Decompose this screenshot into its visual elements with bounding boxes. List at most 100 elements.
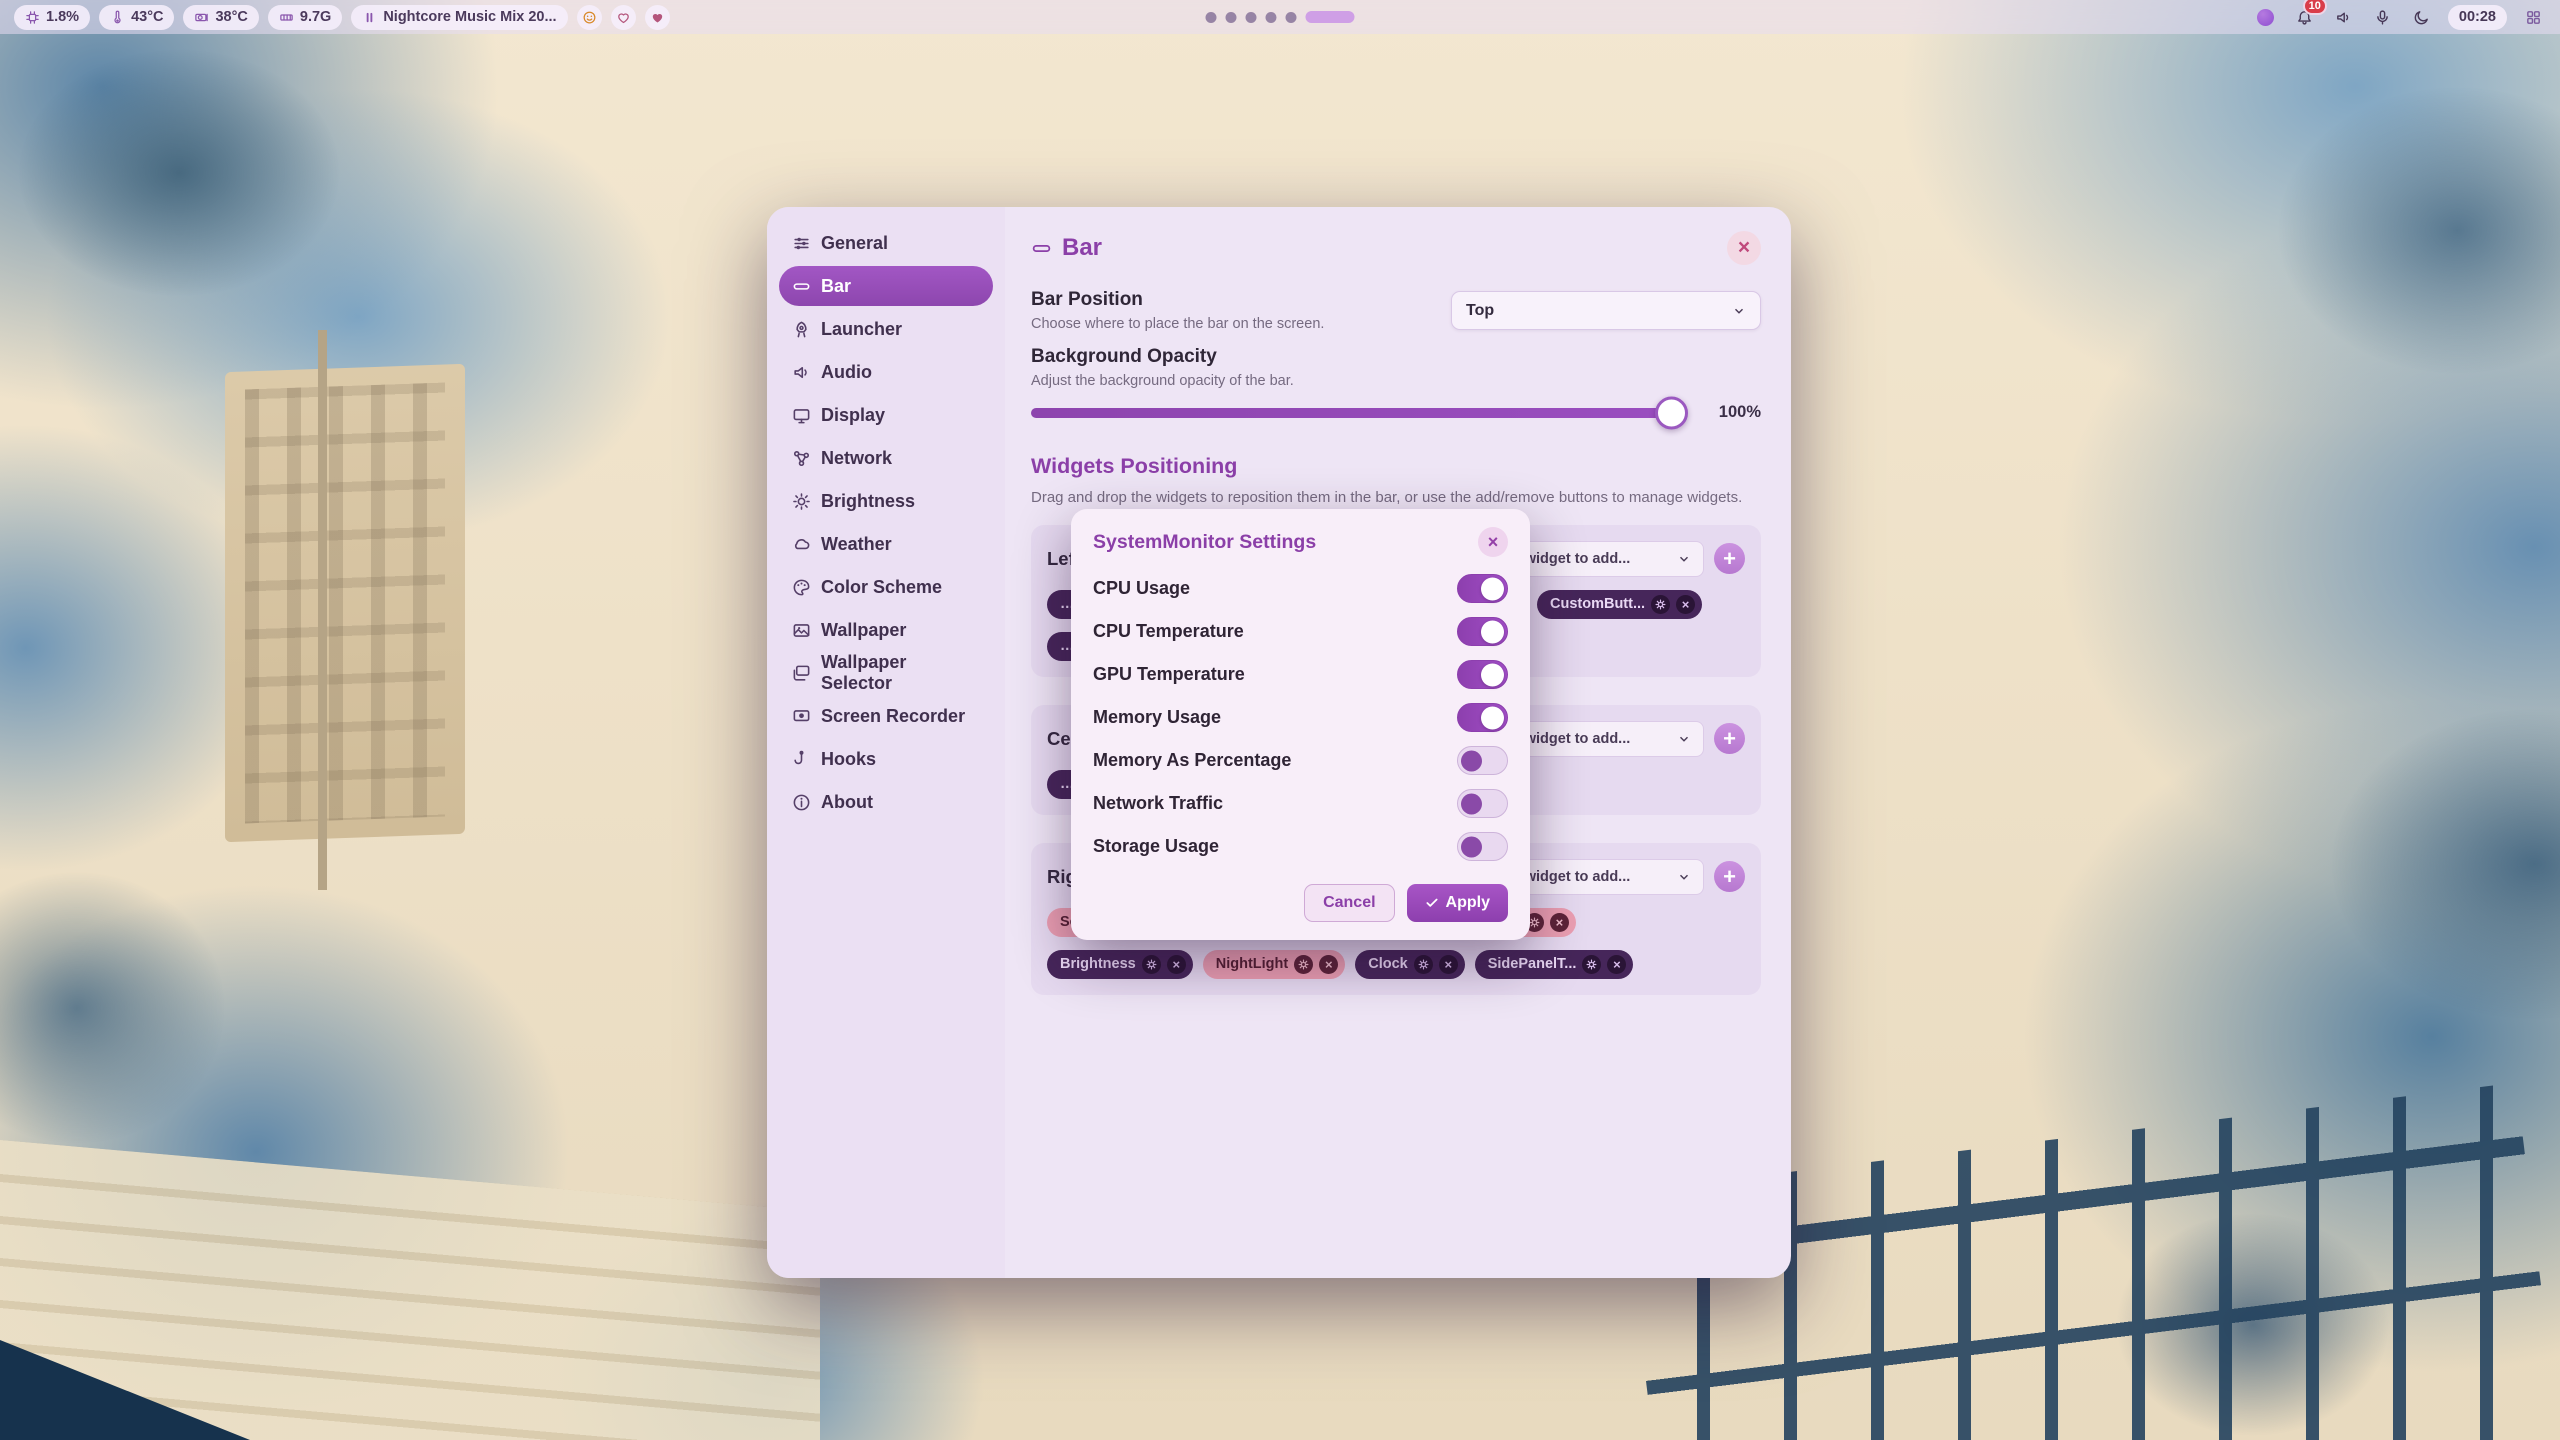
sidebar-item-bar[interactable]: Bar bbox=[779, 266, 993, 306]
toggle-label: Memory As Percentage bbox=[1093, 750, 1291, 771]
widget-remove-icon[interactable]: × bbox=[1607, 955, 1626, 974]
sidebar-label: Network bbox=[821, 448, 892, 469]
emoji-button[interactable] bbox=[577, 5, 602, 30]
background-opacity-label: Background Opacity bbox=[1031, 346, 1761, 368]
heart-icon bbox=[650, 10, 665, 25]
notifications-button[interactable]: 10 bbox=[2292, 4, 2318, 30]
workspaces-indicator bbox=[1206, 0, 1355, 34]
memory-pill[interactable]: 9.7G bbox=[268, 5, 342, 30]
widget-settings-icon[interactable] bbox=[1414, 955, 1433, 974]
microphone-icon bbox=[2374, 9, 2391, 26]
sidebar-item-launcher[interactable]: Launcher bbox=[779, 309, 993, 349]
toggle-knob bbox=[1481, 577, 1504, 600]
clock[interactable]: 00:28 bbox=[2448, 5, 2507, 30]
sidebar-label: Bar bbox=[821, 276, 851, 297]
bar-position-label: Bar Position bbox=[1031, 289, 1324, 311]
sidebar-label: Launcher bbox=[821, 319, 902, 340]
widget-remove-icon[interactable]: × bbox=[1167, 955, 1186, 974]
cancel-button[interactable]: Cancel bbox=[1304, 884, 1394, 922]
widget-remove-icon[interactable]: × bbox=[1439, 955, 1458, 974]
center-add-widget-button[interactable]: + bbox=[1714, 723, 1745, 754]
bar-position-value: Top bbox=[1466, 302, 1494, 320]
volume-button[interactable] bbox=[2331, 4, 2357, 30]
widget-chip[interactable]: SidePanelT... × bbox=[1475, 950, 1634, 979]
toggle-row-storage-usage: Storage Usage bbox=[1093, 825, 1508, 868]
workspace-dot[interactable] bbox=[1226, 12, 1237, 23]
right-add-widget-button[interactable]: + bbox=[1714, 861, 1745, 892]
widget-chip-label: Clock bbox=[1368, 956, 1408, 972]
widget-settings-icon[interactable] bbox=[1294, 955, 1313, 974]
bar-position-text: Bar Position Choose where to place the b… bbox=[1031, 289, 1324, 332]
cpu-usage-toggle[interactable] bbox=[1457, 574, 1508, 603]
workspace-dot[interactable] bbox=[1266, 12, 1277, 23]
left-add-widget-button[interactable]: + bbox=[1714, 543, 1745, 574]
cpu-temperature-toggle[interactable] bbox=[1457, 617, 1508, 646]
notification-badge: 10 bbox=[2303, 0, 2327, 15]
tray-group: 10 00:28 bbox=[2253, 4, 2546, 30]
sidebar-item-wallpaper[interactable]: Wallpaper bbox=[779, 610, 993, 650]
sidebar-item-color-scheme[interactable]: Color Scheme bbox=[779, 567, 993, 607]
accent-status-button[interactable] bbox=[2253, 4, 2279, 30]
widget-remove-icon[interactable]: × bbox=[1550, 913, 1569, 932]
night-light-button[interactable] bbox=[2409, 4, 2435, 30]
workspace-dot[interactable] bbox=[1246, 12, 1257, 23]
storage-usage-toggle[interactable] bbox=[1457, 832, 1508, 861]
sidebar-label: Weather bbox=[821, 534, 892, 555]
bar-position-row: Bar Position Choose where to place the b… bbox=[1031, 289, 1761, 332]
widget-remove-icon[interactable]: × bbox=[1676, 595, 1695, 614]
sidebar-item-hooks[interactable]: Hooks bbox=[779, 739, 993, 779]
microphone-button[interactable] bbox=[2370, 4, 2396, 30]
apply-button[interactable]: Apply bbox=[1407, 884, 1508, 922]
widget-remove-icon[interactable]: × bbox=[1319, 955, 1338, 974]
workspace-active-pill[interactable] bbox=[1306, 11, 1355, 23]
memory-usage-toggle[interactable] bbox=[1457, 703, 1508, 732]
sliders-icon bbox=[792, 234, 811, 253]
bar-position-dropdown[interactable]: Top bbox=[1451, 291, 1761, 330]
overview-button[interactable] bbox=[2520, 4, 2546, 30]
background-opacity-block: Background Opacity Adjust the background… bbox=[1031, 346, 1761, 422]
sidebar-item-wallpaper-selector[interactable]: Wallpaper Selector bbox=[779, 653, 993, 693]
sidebar-item-screen-recorder[interactable]: Screen Recorder bbox=[779, 696, 993, 736]
modal-close-button[interactable]: × bbox=[1478, 527, 1508, 557]
widgets-positioning-description: Drag and drop the widgets to reposition … bbox=[1031, 487, 1761, 509]
widget-chip-label: NightLight bbox=[1216, 956, 1288, 972]
opacity-slider-row: 100% bbox=[1031, 403, 1761, 422]
sidebar-item-general[interactable]: General bbox=[779, 223, 993, 263]
sidebar-item-audio[interactable]: Audio bbox=[779, 352, 993, 392]
images-icon bbox=[792, 664, 811, 683]
cpu-usage-pill[interactable]: 1.8% bbox=[14, 5, 90, 30]
bar-icon bbox=[792, 277, 811, 296]
sidebar-item-brightness[interactable]: Brightness bbox=[779, 481, 993, 521]
sidebar-label: Brightness bbox=[821, 491, 915, 512]
widget-chip[interactable]: CustomButt... × bbox=[1537, 590, 1702, 619]
widget-settings-icon[interactable] bbox=[1651, 595, 1670, 614]
sidebar-item-display[interactable]: Display bbox=[779, 395, 993, 435]
opacity-slider-thumb[interactable] bbox=[1655, 396, 1688, 429]
widget-chip[interactable]: Clock × bbox=[1355, 950, 1465, 979]
window-close-button[interactable]: × bbox=[1727, 231, 1761, 265]
sidebar-label: General bbox=[821, 233, 888, 254]
gpu-temperature-toggle[interactable] bbox=[1457, 660, 1508, 689]
record-screen-icon bbox=[792, 707, 811, 726]
cpu-temp-pill[interactable]: 43°C bbox=[99, 5, 174, 30]
bar-position-description: Choose where to place the bar on the scr… bbox=[1031, 316, 1324, 332]
memory-as-percentage-toggle[interactable] bbox=[1457, 746, 1508, 775]
likes-button[interactable] bbox=[645, 5, 670, 30]
widget-settings-icon[interactable] bbox=[1142, 955, 1161, 974]
widget-settings-icon[interactable] bbox=[1582, 955, 1601, 974]
favorite-button[interactable] bbox=[611, 5, 636, 30]
widget-chip[interactable]: NightLight × bbox=[1203, 950, 1345, 979]
media-player-pill[interactable]: Nightcore Music Mix 20... bbox=[351, 5, 567, 30]
sidebar-label: Wallpaper Selector bbox=[821, 652, 980, 694]
workspace-dot[interactable] bbox=[1206, 12, 1217, 23]
network-traffic-toggle[interactable] bbox=[1457, 789, 1508, 818]
sidebar-label: Audio bbox=[821, 362, 872, 383]
opacity-slider[interactable] bbox=[1031, 408, 1685, 418]
sidebar-item-about[interactable]: About bbox=[779, 782, 993, 822]
sidebar-item-network[interactable]: Network bbox=[779, 438, 993, 478]
workspace-dot[interactable] bbox=[1286, 12, 1297, 23]
system-stats-group: 1.8% 43°C 38°C 9.7G Nightcore Music Mix … bbox=[14, 5, 670, 30]
widget-chip[interactable]: Brightness × bbox=[1047, 950, 1193, 979]
gpu-temp-pill[interactable]: 38°C bbox=[183, 5, 258, 30]
sidebar-item-weather[interactable]: Weather bbox=[779, 524, 993, 564]
